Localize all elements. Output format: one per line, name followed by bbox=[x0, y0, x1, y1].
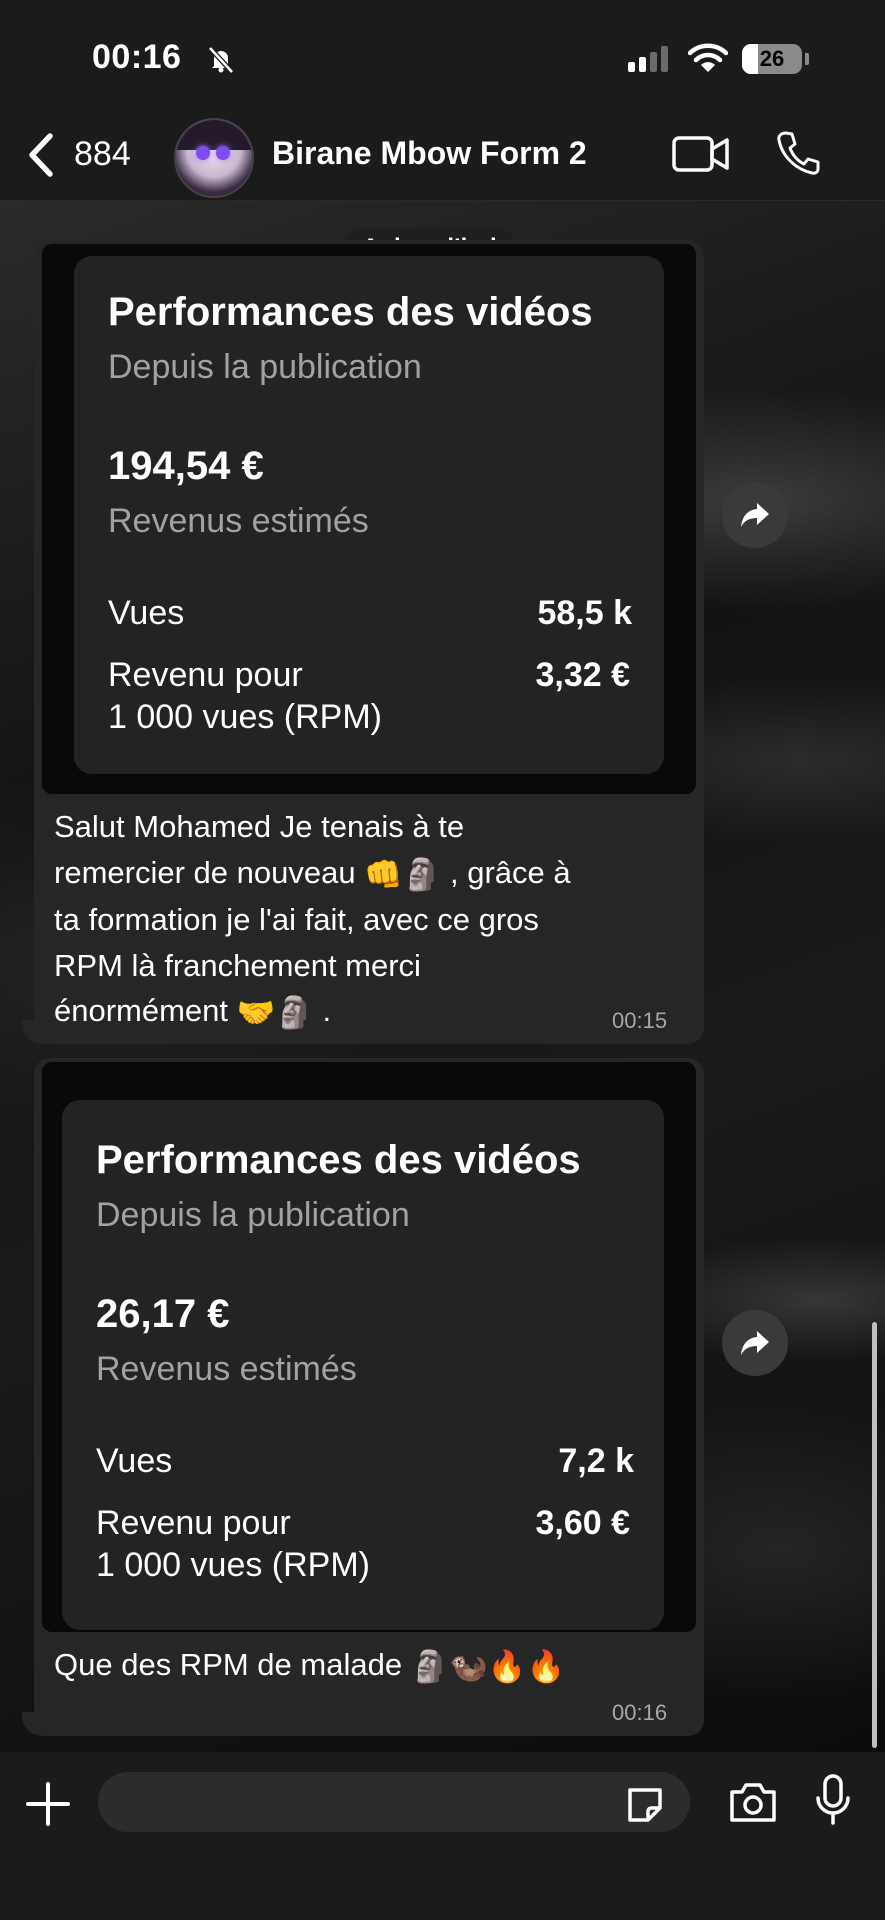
microphone-icon[interactable] bbox=[815, 1774, 851, 1826]
signal-icon bbox=[628, 46, 668, 72]
forward-icon bbox=[741, 503, 769, 527]
rpm-label-line2: 1 000 vues (RPM) bbox=[108, 698, 382, 736]
emoji-fist-moai: 👊🗿 bbox=[364, 856, 442, 892]
views-label: Vues bbox=[108, 594, 185, 632]
emoji-moai-otter-fire: 🗿🦦🔥🔥 bbox=[410, 1649, 566, 1685]
back-chevron-icon[interactable] bbox=[26, 132, 56, 178]
rpm-value: 3,32 € bbox=[535, 656, 630, 694]
battery-nub bbox=[805, 53, 809, 65]
message-time: 00:16 bbox=[612, 1700, 668, 1725]
contact-avatar[interactable] bbox=[174, 118, 254, 198]
battery-level: 26 bbox=[759, 46, 785, 71]
sticker-icon[interactable] bbox=[624, 1784, 666, 1826]
message-text: Salut Mohamed Je tenais à te remercier d… bbox=[54, 804, 704, 1036]
estimated-revenue-amount: 194,54 € bbox=[108, 444, 264, 488]
card-subtitle: Depuis la publication bbox=[108, 348, 422, 386]
battery-icon: 26 bbox=[742, 44, 802, 74]
estimated-revenue-label: Revenus estimés bbox=[96, 1350, 357, 1388]
scrollbar[interactable] bbox=[872, 1322, 877, 1748]
rpm-value: 3,60 € bbox=[535, 1504, 630, 1542]
views-value: 58,5 k bbox=[537, 594, 632, 632]
rpm-label: Revenu pour bbox=[108, 656, 303, 694]
card-title: Performances des vidéos bbox=[108, 290, 593, 334]
contact-name[interactable]: Birane Mbow Form 2 bbox=[272, 135, 587, 172]
forward-button[interactable] bbox=[722, 1310, 788, 1376]
rpm-label: Revenu pour bbox=[96, 1504, 291, 1542]
forward-icon bbox=[741, 1331, 769, 1355]
performance-card: Performances des vidéos Depuis la public… bbox=[62, 1100, 664, 1630]
avatar-eye bbox=[196, 146, 210, 160]
forward-button[interactable] bbox=[722, 482, 788, 548]
bell-off-icon bbox=[208, 46, 234, 74]
estimated-revenue-label: Revenus estimés bbox=[108, 502, 369, 540]
status-time: 00:16 bbox=[92, 38, 182, 76]
video-call-icon[interactable] bbox=[672, 134, 730, 174]
unread-count[interactable]: 884 bbox=[74, 135, 131, 174]
performance-card: Performances des vidéos Depuis la public… bbox=[74, 256, 664, 774]
camera-icon[interactable] bbox=[728, 1780, 778, 1824]
views-label: Vues bbox=[96, 1442, 173, 1480]
avatar-hair bbox=[176, 120, 252, 150]
plus-icon[interactable] bbox=[24, 1780, 72, 1828]
avatar-eye bbox=[216, 146, 230, 160]
message-time: 00:15 bbox=[612, 1008, 668, 1033]
estimated-revenue-amount: 26,17 € bbox=[96, 1292, 230, 1336]
wifi-icon bbox=[688, 43, 728, 72]
message-input[interactable] bbox=[98, 1772, 690, 1832]
card-title: Performances des vidéos bbox=[96, 1138, 581, 1182]
rpm-label-line2: 1 000 vues (RPM) bbox=[96, 1546, 370, 1584]
card-subtitle: Depuis la publication bbox=[96, 1196, 410, 1234]
views-value: 7,2 k bbox=[558, 1442, 634, 1480]
battery-fill bbox=[742, 44, 758, 74]
emoji-handshake-moai: 🤝🗿 bbox=[236, 995, 314, 1031]
phone-call-icon[interactable] bbox=[776, 130, 820, 176]
message-text: Que des RPM de malade 🗿🦦🔥🔥 bbox=[54, 1642, 704, 1690]
